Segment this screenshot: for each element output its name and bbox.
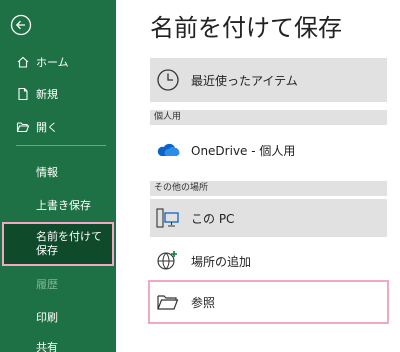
- folder-icon: [155, 289, 181, 315]
- computer-icon: [155, 205, 181, 231]
- this-pc-label: この PC: [191, 211, 235, 226]
- sidebar-item-save-as[interactable]: 名前を付けて保存: [2, 222, 114, 266]
- onedrive-label: OneDrive - 個人用: [191, 143, 296, 158]
- sidebar-item-label: 新規: [36, 88, 58, 101]
- sidebar-item-label: 上書き保存: [36, 199, 91, 212]
- sidebar-item-home[interactable]: ホーム: [0, 54, 116, 70]
- sidebar-item-label: 開く: [36, 121, 58, 134]
- backstage-sidebar: ホーム 新規 開く 情報 上書き保存 名前を付けて保存 履歴 印刷 共有: [0, 0, 116, 352]
- sidebar-item-history: 履歴: [0, 276, 116, 292]
- recent-items-label: 最近使ったアイテム: [191, 73, 298, 88]
- sidebar-item-label: ホーム: [36, 56, 69, 69]
- back-arrow-icon[interactable]: [10, 14, 32, 36]
- sidebar-item-label: 共有: [36, 341, 58, 352]
- sidebar-item-print[interactable]: 印刷: [0, 309, 116, 325]
- browse-row[interactable]: 参照: [148, 280, 389, 324]
- sidebar-item-new[interactable]: 新規: [0, 86, 116, 102]
- sidebar-item-label: 名前を付けて保存: [36, 230, 102, 257]
- clock-icon: [155, 67, 181, 93]
- new-document-icon: [16, 87, 30, 101]
- sidebar-item-save[interactable]: 上書き保存: [0, 197, 116, 213]
- sidebar-item-label: 履歴: [36, 278, 58, 291]
- add-place-label: 場所の追加: [191, 254, 252, 269]
- sidebar-item-share[interactable]: 共有: [0, 339, 116, 352]
- section-personal-header: 個人用: [150, 110, 387, 125]
- sidebar-item-open[interactable]: 開く: [0, 119, 116, 135]
- onedrive-cloud-icon: [155, 137, 181, 163]
- sidebar-item-info[interactable]: 情報: [0, 164, 116, 180]
- sidebar-item-label: 情報: [36, 166, 58, 179]
- add-place-row[interactable]: 場所の追加: [150, 242, 387, 280]
- this-pc-row[interactable]: この PC: [150, 199, 387, 237]
- home-icon: [16, 55, 30, 69]
- sidebar-item-label: 印刷: [36, 311, 58, 324]
- open-folder-icon: [16, 120, 30, 134]
- browse-label: 参照: [191, 295, 216, 310]
- page-title: 名前を付けて保存: [150, 14, 342, 42]
- onedrive-personal-row[interactable]: OneDrive - 個人用: [150, 129, 387, 171]
- globe-add-icon: [155, 248, 181, 274]
- recent-items-row[interactable]: 最近使ったアイテム: [150, 58, 387, 102]
- save-as-pane: 名前を付けて保存 最近使ったアイテム 個人用 OneDrive - 個人用 その…: [116, 0, 400, 352]
- section-other-header: その他の場所: [150, 181, 387, 196]
- sidebar-divider: [16, 145, 106, 146]
